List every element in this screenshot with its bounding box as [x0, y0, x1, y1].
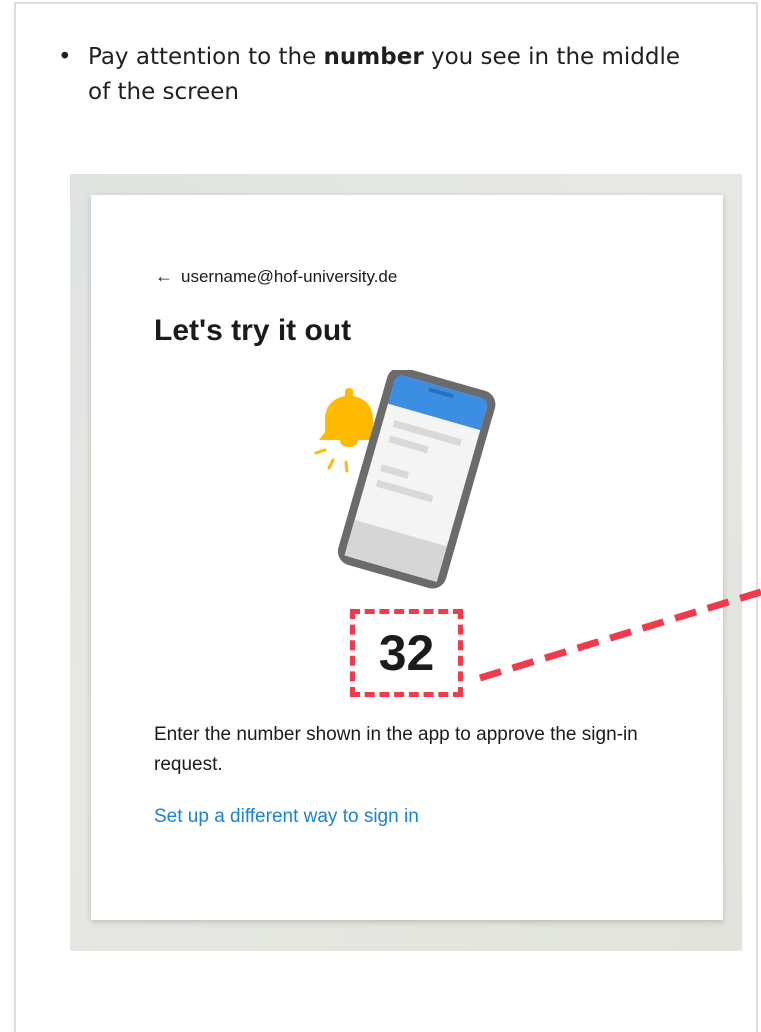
account-email: username@hof-university.de: [181, 267, 398, 286]
highlight-pointer-line: [478, 588, 761, 682]
instruction-emphasis: number: [323, 44, 424, 70]
page-title: Let's try it out: [154, 314, 352, 347]
bullet-dot: •: [58, 44, 72, 70]
approval-description: Enter the number shown in the app to app…: [154, 724, 638, 775]
instruction-text-before: Pay attention to the: [88, 44, 324, 70]
instruction-text: Pay attention to the number you see in t…: [88, 40, 708, 110]
approval-number: 32: [378, 625, 435, 681]
account-back-row[interactable]: ← username@hof-university.de: [155, 266, 397, 287]
arrow-left-icon[interactable]: ←: [155, 266, 173, 286]
phone-bell-illustration: [314, 370, 496, 589]
different-signin-link[interactable]: Set up a different way to sign in: [154, 806, 419, 828]
